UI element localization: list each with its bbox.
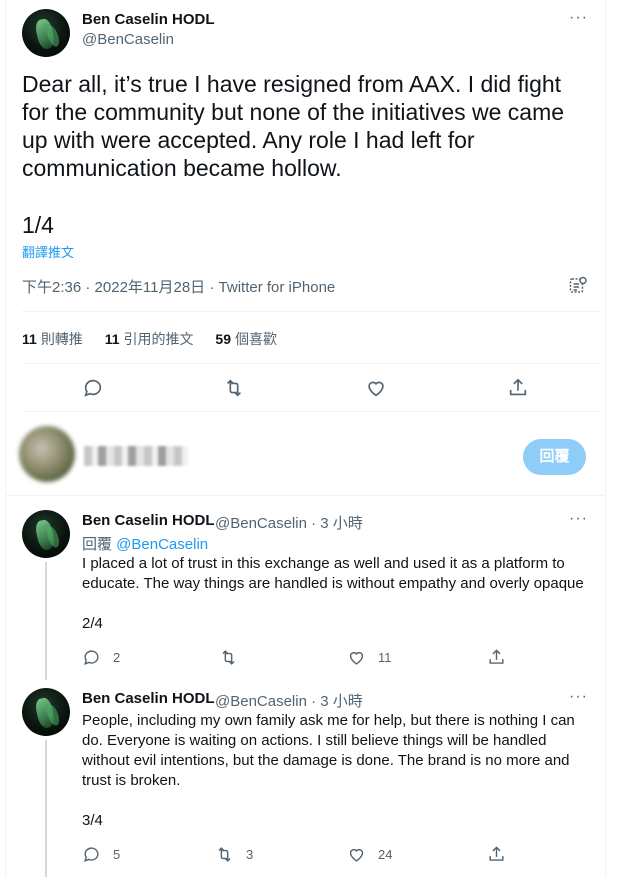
reply-button[interactable] [82,377,104,399]
reply-submit-button[interactable]: 回覆 [523,439,586,475]
author-name[interactable]: Ben Caselin HODL [82,690,215,707]
reply-icon [84,649,99,665]
reply-icon [84,379,102,397]
more-options-button[interactable]: ··· [569,688,588,706]
tweet-time[interactable]: 下午2:36 [22,279,81,296]
reply-count: 2 [113,649,121,665]
share-button[interactable] [507,377,529,399]
more-options-button[interactable]: ··· [569,510,588,528]
more-options-button[interactable]: ··· [569,9,588,27]
reply-handle-time: @BenCaselin · 3 小時 [215,512,363,533]
author-name[interactable]: Ben Caselin HODL [82,512,215,529]
share-icon [509,378,527,396]
current-user-avatar[interactable] [19,426,75,482]
analytics-icon[interactable] [569,276,587,294]
tweet-metadata: 下午2:36 · 2022年11月28日 · Twitter for iPhon… [22,276,335,297]
quotes-label: 引用的推文 [123,331,194,347]
thread-counter: 3/4 [82,812,103,829]
like-button[interactable]: 11 [347,647,392,667]
retweet-icon [226,379,242,397]
share-button[interactable] [487,844,518,864]
thread-connector [45,562,47,680]
tweet-time[interactable]: · 3 小時 [307,693,363,710]
author-handle[interactable]: @BenCaselin [215,693,307,710]
like-button[interactable]: 24 [347,844,392,864]
divider [5,495,604,496]
reply-button[interactable]: 2 [82,647,120,667]
tweet-time[interactable]: · 3 小時 [307,515,363,532]
engagement-stats: 11 則轉推 11 引用的推文 59 個喜歡 [22,329,295,349]
share-icon [489,845,504,861]
retweet-icon [222,649,235,665]
author-avatar[interactable] [22,9,70,57]
composer-placeholder-blurred[interactable] [84,446,188,466]
retweets-stat[interactable]: 11 則轉推 [22,331,83,347]
retweets-label: 則轉推 [40,331,83,347]
reply-icon [84,846,99,862]
reply-handle-time: @BenCaselin · 3 小時 [215,690,363,711]
replying-label: 回覆 [82,536,117,553]
likes-label: 個喜歡 [234,331,277,347]
reply-button[interactable]: 5 [82,844,120,864]
divider [22,311,601,312]
divider [22,363,601,364]
thread-counter: 2/4 [82,615,103,632]
tweet-text: I placed a lot of trust in this exchange… [82,555,584,592]
author-avatar[interactable] [22,688,70,736]
retweet-button[interactable] [223,377,245,399]
meta-separator: · [81,279,95,296]
tweet-date[interactable]: 2022年11月28日 [95,279,206,296]
retweet-icon [218,846,231,862]
like-count: 24 [378,846,393,862]
replying-mention[interactable]: @BenCaselin [116,536,208,553]
share-button[interactable] [487,647,518,667]
like-icon [349,848,364,862]
author-handle[interactable]: @BenCaselin [215,515,307,532]
replying-to: 回覆 @BenCaselin [82,533,208,554]
like-button[interactable] [365,377,387,399]
like-icon [349,651,364,665]
retweets-count: 11 [22,331,37,347]
author-name[interactable]: Ben Caselin HODL [82,11,215,28]
share-icon [489,648,504,664]
like-count: 11 [378,649,392,665]
like-icon [368,381,384,397]
reply-count: 5 [113,846,121,862]
tweet-text: Dear all, it’s true I have resigned from… [22,71,565,181]
translate-tweet-link[interactable]: 翻譯推文 [22,242,74,261]
tweet-text: People, including my own family ask me f… [82,712,575,789]
retweet-button[interactable] [219,647,250,667]
likes-stat[interactable]: 59 個喜歡 [215,331,277,347]
thread-counter: 1/4 [22,212,54,238]
thread-connector [45,740,47,877]
tweet-source[interactable]: Twitter for iPhone [219,279,336,296]
quotes-count: 11 [104,331,120,347]
divider [22,411,601,412]
retweet-button[interactable]: 3 [215,844,253,864]
likes-count: 59 [215,331,231,347]
author-handle[interactable]: @BenCaselin [82,31,174,48]
retweet-count: 3 [246,846,254,862]
quotes-stat[interactable]: 11 引用的推文 [105,331,194,347]
author-avatar[interactable] [22,510,70,558]
meta-separator: · [205,279,219,296]
